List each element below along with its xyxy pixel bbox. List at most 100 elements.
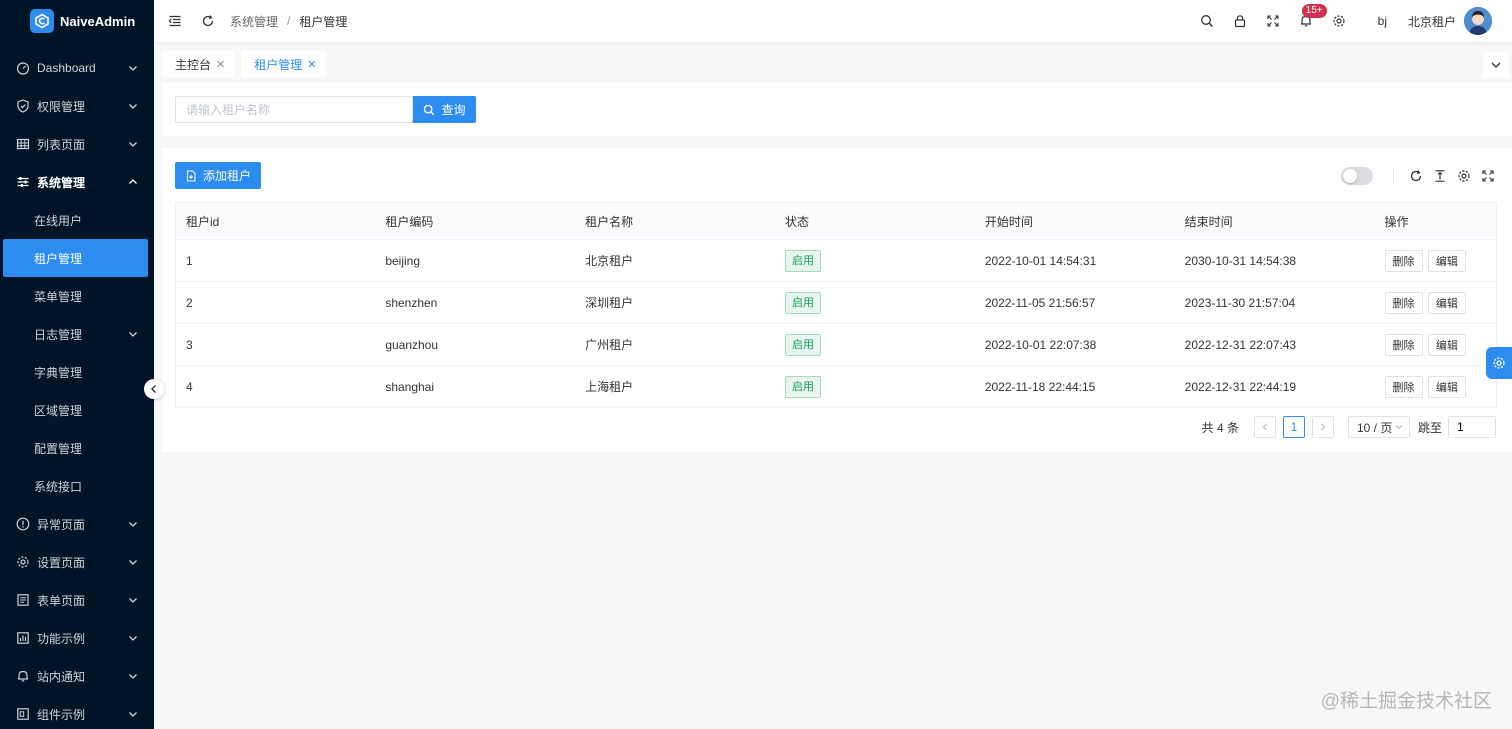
top-header: 系统管理 / 租户管理 15+ bj 北京租户	[154, 0, 1512, 42]
floating-settings-button[interactable]	[1486, 347, 1512, 379]
search-button-label: 查询	[441, 103, 466, 117]
column-header[interactable]: 结束时间	[1174, 202, 1375, 240]
sidebar-subitem-menus[interactable]: 菜单管理	[0, 277, 154, 315]
chevron-down-icon	[129, 332, 137, 337]
sidebar-item-dashboard[interactable]: Dashboard	[0, 49, 154, 87]
gear-icon	[1493, 357, 1505, 369]
chevron-down-icon	[129, 66, 137, 71]
page-size-select[interactable]: 10 / 页	[1347, 416, 1410, 438]
sidebar-subitem-label: 租户管理	[34, 251, 83, 266]
next-page-button[interactable]	[1311, 416, 1334, 438]
column-header[interactable]: 租户id	[175, 202, 376, 240]
cell-status: 启用	[774, 323, 975, 366]
column-settings-icon[interactable]	[1456, 168, 1472, 184]
edit-button[interactable]: 编辑	[1427, 333, 1466, 356]
jump-label: 跳至	[1417, 420, 1442, 435]
cell-actions: 删除 编辑	[1374, 239, 1497, 282]
sidebar-item-settings[interactable]: 设置页面	[0, 543, 154, 581]
sidebar-subitem-regions[interactable]: 区域管理	[0, 391, 154, 429]
chevron-down-icon	[129, 712, 137, 717]
column-header[interactable]: 租户编码	[375, 202, 576, 240]
tenant-name-search-input[interactable]	[175, 96, 413, 123]
edit-button[interactable]: 编辑	[1427, 249, 1466, 272]
sidebar-item-permissions[interactable]: 权限管理	[0, 87, 154, 125]
sidebar-item-label: 设置页面	[37, 555, 86, 570]
chevron-down-icon	[129, 636, 137, 641]
sidebar-subitem-label: 系统接口	[34, 479, 83, 494]
menu-fold-icon[interactable]	[167, 13, 183, 29]
edit-button[interactable]: 编辑	[1427, 291, 1466, 314]
edit-button[interactable]: 编辑	[1427, 375, 1466, 398]
logo[interactable]: NaiveAdmin	[0, 0, 154, 42]
column-header: 操作	[1374, 202, 1497, 240]
table-tools	[1341, 167, 1496, 185]
sidebar-subitem-logs[interactable]: 日志管理	[0, 315, 154, 353]
close-icon[interactable]: ✕	[307, 58, 316, 71]
striped-toggle[interactable]	[1341, 167, 1373, 185]
delete-button[interactable]: 删除	[1384, 291, 1423, 314]
cell-start: 2022-10-01 22:07:38	[974, 323, 1175, 366]
sidebar-item-list-pages[interactable]: 列表页面	[0, 125, 154, 163]
refresh-icon[interactable]	[200, 13, 216, 29]
table-row: 4 shanghai 上海租户 启用 2022-11-18 22:44:15 2…	[175, 365, 1497, 408]
notification-badge: 15+	[1301, 4, 1327, 18]
user-short-name[interactable]: bj	[1378, 14, 1387, 28]
form-icon	[16, 593, 30, 607]
sidebar-item-components[interactable]: 组件示例	[0, 695, 154, 729]
column-height-icon[interactable]	[1432, 168, 1448, 184]
cell-name: 上海租户	[575, 365, 775, 408]
sidebar-subitem-api[interactable]: 系统接口	[0, 467, 154, 505]
delete-button[interactable]: 删除	[1384, 249, 1423, 272]
column-header[interactable]: 状态	[774, 202, 975, 240]
chevron-down-icon	[129, 142, 137, 147]
settings-icon[interactable]	[1331, 13, 1347, 29]
notification-bell[interactable]: 15+	[1298, 4, 1327, 29]
tenant-name[interactable]: 北京租户	[1408, 13, 1456, 30]
avatar[interactable]	[1464, 7, 1492, 35]
sidebar-collapse-button[interactable]	[144, 379, 164, 399]
column-header[interactable]: 租户名称	[575, 202, 775, 240]
fullscreen-icon[interactable]	[1480, 168, 1496, 184]
gear-icon	[16, 555, 30, 569]
sidebar-item-exceptions[interactable]: 异常页面	[0, 505, 154, 543]
delete-button[interactable]: 删除	[1384, 333, 1423, 356]
cell-code: shenzhen	[375, 281, 576, 324]
column-header[interactable]: 开始时间	[974, 202, 1175, 240]
sidebar-subitem-label: 日志管理	[34, 327, 83, 342]
search-card: 查询	[162, 83, 1512, 136]
page-number[interactable]: 1	[1282, 416, 1305, 438]
cell-actions: 删除 编辑	[1374, 365, 1497, 408]
sidebar-subitem-online-users[interactable]: 在线用户	[0, 201, 154, 239]
cell-id: 3	[175, 323, 376, 366]
fullscreen-icon[interactable]	[1265, 13, 1281, 29]
chevron-left-icon	[151, 385, 156, 393]
cell-end: 2022-12-31 22:07:43	[1174, 323, 1375, 366]
tab-tenants[interactable]: 租户管理 ✕	[241, 51, 327, 77]
sidebar-item-notifications[interactable]: 站内通知	[0, 657, 154, 695]
jump-page-input[interactable]	[1448, 416, 1496, 438]
chevron-right-icon	[1321, 423, 1326, 431]
sidebar-item-examples[interactable]: 功能示例	[0, 619, 154, 657]
delete-button[interactable]: 删除	[1384, 375, 1423, 398]
status-badge: 启用	[784, 333, 821, 356]
sidebar-subitem-config[interactable]: 配置管理	[0, 429, 154, 467]
sidebar-subitem-dictionary[interactable]: 字典管理	[0, 353, 154, 391]
sidebar-item-system[interactable]: 系统管理	[0, 163, 154, 201]
cell-name: 深圳租户	[575, 281, 775, 324]
prev-page-button[interactable]	[1253, 416, 1276, 438]
reload-icon[interactable]	[1408, 168, 1424, 184]
add-tenant-button[interactable]: 添加租户	[175, 162, 261, 189]
search-icon[interactable]	[1199, 13, 1215, 29]
chevron-down-icon	[129, 598, 137, 603]
close-icon[interactable]: ✕	[216, 58, 225, 71]
lock-icon[interactable]	[1232, 13, 1248, 29]
add-tenant-label: 添加租户	[202, 169, 251, 183]
tabs-dropdown[interactable]	[1483, 52, 1509, 78]
sidebar-subitem-tenants[interactable]: 租户管理	[3, 239, 148, 277]
breadcrumb-item[interactable]: 系统管理	[230, 13, 278, 30]
sidebar-item-forms[interactable]: 表单页面	[0, 581, 154, 619]
search-button[interactable]: 查询	[413, 96, 476, 123]
breadcrumb-separator: /	[287, 14, 291, 28]
chevron-down-icon	[1491, 62, 1501, 68]
tab-dashboard[interactable]: 主控台 ✕	[162, 51, 236, 77]
